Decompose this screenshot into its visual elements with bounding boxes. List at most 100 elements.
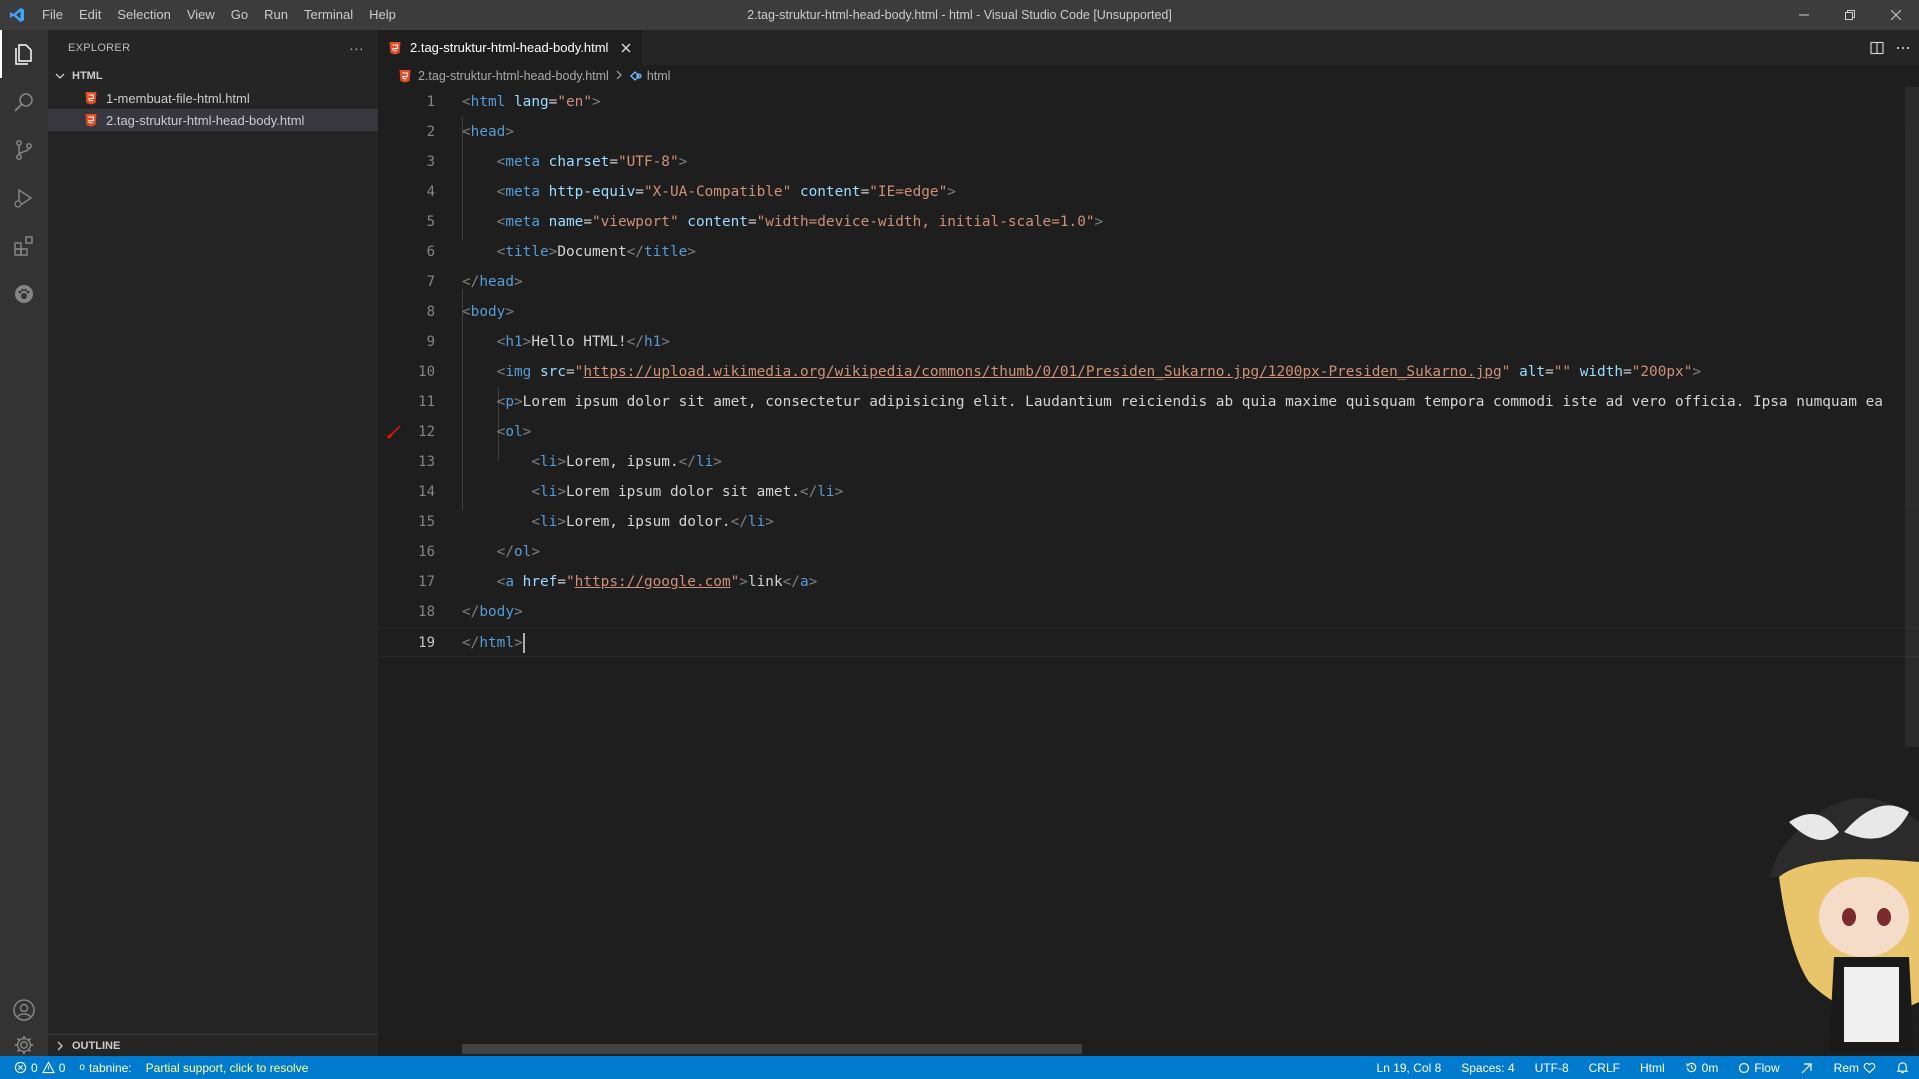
code-line: 14 <li>Lorem ipsum dolor sit amet.</li> [378, 477, 1919, 507]
minimize-button[interactable] [1781, 0, 1827, 30]
menu-run[interactable]: Run [256, 0, 296, 30]
vscode-logo-icon [0, 0, 34, 30]
bell-icon [1896, 1062, 1909, 1074]
close-icon [621, 43, 631, 52]
time-tracker[interactable]: 0m [1685, 1060, 1719, 1075]
flow-status[interactable]: Flow [1738, 1061, 1780, 1075]
code-line: 6 <title>Document</title> [378, 237, 1919, 267]
run-debug-icon[interactable] [0, 174, 48, 222]
language-mode[interactable]: Html [1640, 1061, 1665, 1075]
horizontal-scrollbar[interactable] [462, 1044, 1082, 1054]
menu-selection[interactable]: Selection [109, 0, 178, 30]
line-number: 8 [426, 304, 435, 320]
error-count: 0 [31, 1060, 38, 1075]
tab-active-file[interactable]: 2.tag-struktur-html-head-body.html [378, 30, 643, 65]
menu-view[interactable]: View [179, 0, 223, 30]
file-item-selected[interactable]: 2.tag-struktur-html-head-body.html [48, 109, 378, 131]
cursor-position[interactable]: Ln 19, Col 8 [1377, 1061, 1442, 1075]
file-item[interactable]: 1-membuat-file-html.html [48, 87, 378, 109]
line-number: 12 [418, 424, 435, 440]
code-link[interactable]: https://upload.wikimedia.org/wikipedia/c… [583, 364, 1501, 380]
line-number: 10 [418, 364, 435, 380]
menu-go[interactable]: Go [223, 0, 256, 30]
breadcrumb-file[interactable]: 2.tag-struktur-html-head-body.html [418, 69, 609, 83]
code-line: 16 </ol> [378, 537, 1919, 567]
code-line: 4 <meta http-equiv="X-UA-Compatible" con… [378, 177, 1919, 207]
search-icon[interactable] [0, 78, 48, 126]
symbol-element-icon [629, 71, 642, 81]
split-editor-icon[interactable] [1869, 40, 1885, 56]
chevron-down-icon [55, 73, 65, 79]
tab-bar: 2.tag-struktur-html-head-body.html [378, 30, 1919, 65]
line-number: 2 [426, 124, 435, 140]
end-of-line[interactable]: CRLF [1589, 1061, 1620, 1075]
folder-html[interactable]: HTML [48, 65, 378, 87]
rem-label: Rem [1833, 1060, 1859, 1075]
account-icon[interactable] [0, 986, 48, 1034]
line-number: 1 [426, 94, 435, 110]
html-file-icon [85, 114, 97, 127]
menu-help[interactable]: Help [361, 0, 404, 30]
heart-icon [1863, 1062, 1876, 1073]
more-actions-icon[interactable] [1895, 40, 1911, 56]
status-bar: 0 0 o tabnine: Partial support, click to… [0, 1056, 1919, 1079]
close-tab-button[interactable] [618, 40, 634, 56]
warning-icon [41, 1061, 55, 1074]
more-actions-icon[interactable]: ··· [349, 40, 364, 56]
code-line: 8 <body> [378, 297, 1919, 327]
line-number: 11 [418, 394, 435, 410]
outline-section[interactable]: OUTLINE [48, 1034, 378, 1056]
code-line: 12 <ol> [378, 417, 1919, 447]
editor-actions [1869, 30, 1911, 65]
code-link[interactable]: https://google.com [575, 574, 731, 590]
breadcrumb-symbol[interactable]: html [647, 69, 671, 83]
live-share-button[interactable] [1800, 1061, 1814, 1075]
window-controls [1781, 0, 1919, 30]
editor: 2.tag-struktur-html-head-body.html 2.tag… [378, 30, 1919, 1056]
timer-value: 0m [1701, 1060, 1719, 1075]
restore-button[interactable] [1827, 0, 1873, 30]
mascot-sticker-image [1769, 798, 1919, 1052]
code-line: 9 <h1>Hello HTML!</h1> [378, 327, 1919, 357]
menu-bar: File Edit Selection View Go Run Terminal… [34, 0, 404, 30]
close-window-button[interactable] [1873, 0, 1919, 30]
tabnine-warning[interactable]: Partial support, click to resolve [146, 1061, 309, 1075]
explorer-icon[interactable] [0, 30, 48, 78]
code-line: 1 <html lang="en"> [378, 87, 1919, 117]
tabnine-status[interactable]: o tabnine: [79, 1061, 131, 1075]
line-number: 5 [426, 214, 435, 230]
title-bar: File Edit Selection View Go Run Terminal… [0, 0, 1919, 30]
source-control-icon[interactable] [0, 126, 48, 174]
problems-indicator[interactable]: 0 0 [14, 1061, 65, 1075]
tab-label: 2.tag-struktur-html-head-body.html [410, 40, 609, 55]
line-number: 4 [426, 184, 435, 200]
menu-file[interactable]: File [34, 0, 71, 30]
code-line: 2 <head> [378, 117, 1919, 147]
explorer-title: EXPLORER [68, 41, 131, 54]
activity-bar [0, 30, 48, 1056]
html-file-icon [389, 41, 401, 54]
breadcrumb: 2.tag-struktur-html-head-body.html html [378, 65, 1919, 87]
rem-status[interactable]: Rem [1834, 1061, 1876, 1075]
encoding[interactable]: UTF-8 [1535, 1061, 1569, 1075]
menu-terminal[interactable]: Terminal [296, 0, 361, 30]
notifications-button[interactable] [1896, 1061, 1909, 1074]
code-area[interactable]: 1 <html lang="en"> 2 <head> 3 <meta char… [378, 87, 1919, 1056]
folder-label: HTML [72, 70, 103, 82]
gear-icon[interactable] [0, 1034, 48, 1056]
close-icon [1891, 10, 1901, 20]
paw-icon[interactable] [0, 270, 48, 318]
warning-count: 0 [58, 1060, 66, 1075]
extensions-icon[interactable] [0, 222, 48, 270]
file-label: 2.tag-struktur-html-head-body.html [106, 112, 305, 128]
text-cursor [522, 633, 525, 653]
line-number: 15 [418, 514, 435, 530]
code-line: 15 <li>Lorem, ipsum dolor.</li> [378, 507, 1919, 537]
menu-edit[interactable]: Edit [71, 0, 109, 30]
vertical-scrollbar[interactable] [1905, 87, 1919, 747]
explorer-header: EXPLORER ··· [48, 30, 378, 65]
html-file-icon [85, 92, 97, 105]
indentation[interactable]: Spaces: 4 [1461, 1061, 1514, 1075]
line-number: 14 [418, 484, 435, 500]
error-icon [14, 1061, 27, 1074]
